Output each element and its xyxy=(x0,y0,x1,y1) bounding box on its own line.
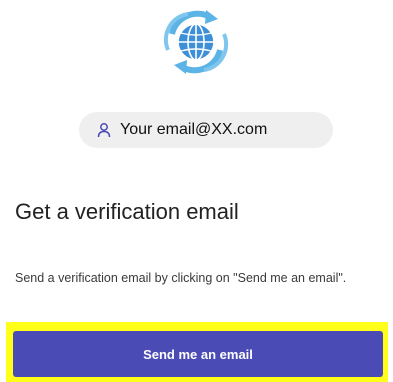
email-chip: Your email@XX.com xyxy=(79,112,333,148)
description-text: Send a verification email by clicking on… xyxy=(15,271,347,285)
verification-page: Your email@XX.com Get a verification ema… xyxy=(0,0,393,382)
person-icon xyxy=(97,122,111,138)
email-address: Your email@XX.com xyxy=(120,121,268,138)
page-title: Get a verification email xyxy=(15,199,239,224)
globe-sync-icon xyxy=(158,4,234,80)
send-email-button[interactable]: Send me an email xyxy=(13,331,383,377)
